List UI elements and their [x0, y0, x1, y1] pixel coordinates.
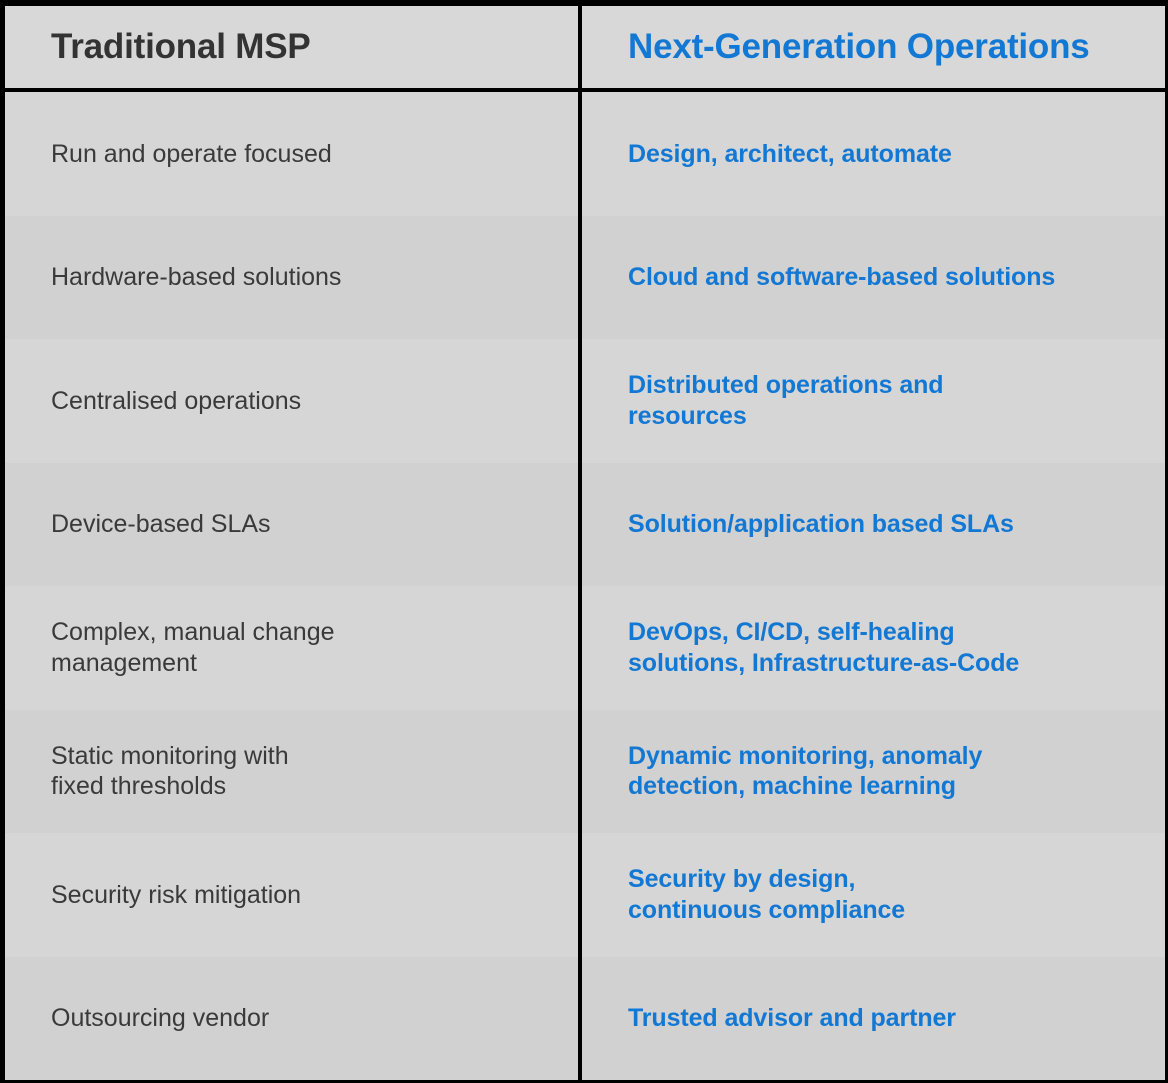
column-header-traditional-msp: Traditional MSP [51, 26, 311, 66]
cell-text-next-generation: Distributed operations and resources [628, 371, 944, 430]
cell-text-traditional: Static monitoring with fixed thresholds [51, 741, 289, 801]
table-row: Static monitoring with fixed thresholds D… [5, 709, 1165, 833]
cell-text-next-generation: Cloud and software-based solutions [628, 263, 1056, 291]
cell-text-traditional: Run and operate focused [51, 139, 332, 168]
cell-traditional: Complex, manual change management [5, 586, 578, 710]
cell-next-generation: Distributed operations and resources [582, 339, 1165, 463]
cell-text-next-generation: Security by design, continuous complianc… [628, 865, 906, 924]
table-header-row: Traditional MSP Next-Generation Operatio… [5, 6, 1165, 92]
table-row: Hardware-based solutions Cloud and softwa… [5, 215, 1165, 339]
cell-traditional: Security risk mitigation [5, 833, 578, 957]
table-row: Outsourcing vendor Trusted advisor and pa… [5, 956, 1165, 1080]
cell-text-next-generation: Dynamic monitoring, anomaly detection, m… [628, 741, 983, 801]
cell-traditional: Static monitoring with fixed thresholds [5, 709, 578, 833]
cell-text-traditional: Security risk mitigation [51, 880, 302, 909]
cell-traditional: Outsourcing vendor [5, 956, 578, 1080]
cell-text-next-generation: DevOps, CI/CD, self-healing solutions, I… [628, 618, 1020, 677]
cell-traditional: Hardware-based solutions [5, 215, 578, 339]
cell-text-traditional: Hardware-based solutions [51, 263, 342, 291]
table-row: Security risk mitigation Security by desi… [5, 833, 1165, 957]
cell-text-traditional: Complex, manual change management [51, 618, 335, 677]
cell-text-next-generation: Trusted advisor and partner [628, 1004, 956, 1032]
cell-text-traditional: Centralised operations [51, 386, 302, 415]
cell-next-generation: Dynamic monitoring, anomaly detection, m… [582, 709, 1165, 833]
cell-traditional: Device-based SLAs [5, 462, 578, 586]
cell-next-generation: Design, architect, automate [582, 92, 1165, 216]
cell-traditional: Run and operate focused [5, 92, 578, 216]
cell-text-next-generation: Solution/application based SLAs [628, 510, 1014, 538]
cell-text-traditional: Device-based SLAs [51, 510, 271, 538]
cell-next-generation: Cloud and software-based solutions [582, 215, 1165, 339]
comparison-table: Traditional MSP Next-Generation Operatio… [0, 0, 1168, 1083]
table-header-cell-nextgen: Next-Generation Operations [582, 6, 1165, 88]
table-row: Run and operate focused Design, architect… [5, 92, 1165, 216]
table-row: Centralised operations Distributed operat… [5, 339, 1165, 463]
cell-next-generation: Security by design, continuous complianc… [582, 833, 1165, 957]
cell-next-generation: Solution/application based SLAs [582, 462, 1165, 586]
table-row: Complex, manual change management DevOps,… [5, 586, 1165, 710]
table-header-cell-traditional: Traditional MSP [5, 6, 578, 88]
cell-next-generation: Trusted advisor and partner [582, 956, 1165, 1080]
cell-traditional: Centralised operations [5, 339, 578, 463]
cell-text-next-generation: Design, architect, automate [628, 139, 952, 168]
cell-text-traditional: Outsourcing vendor [51, 1004, 270, 1032]
table-body: Run and operate focused Design, architect… [5, 92, 1165, 1080]
cell-next-generation: DevOps, CI/CD, self-healing solutions, I… [582, 586, 1165, 710]
table-row: Device-based SLAs Solution/application ba… [5, 462, 1165, 586]
column-header-next-generation-operations: Next-Generation Operations [628, 26, 1090, 66]
